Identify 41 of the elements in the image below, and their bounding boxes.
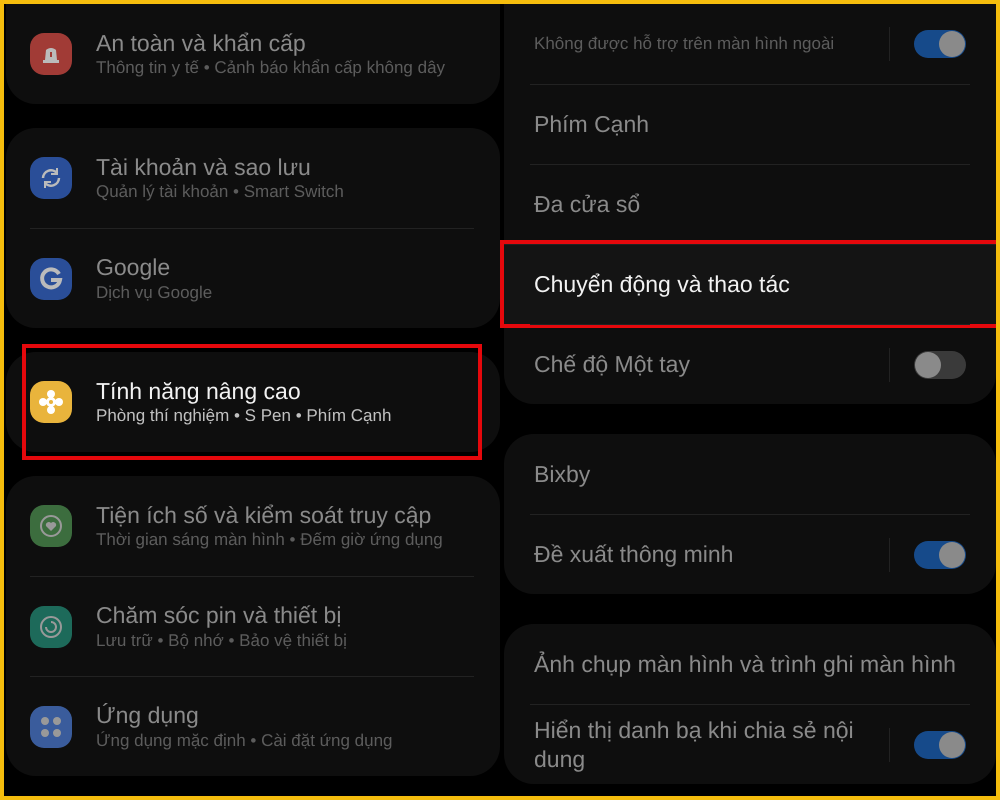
setting-subtitle: Lưu trữ • Bộ nhớ • Bảo vệ thiết bị: [96, 630, 348, 652]
setting-subtitle: Thời gian sáng màn hình • Đếm giờ ứng dụng: [96, 529, 444, 552]
setting-subtitle: Quản lý tài khoản • Smart Switch: [96, 181, 345, 204]
setting-title: Ảnh chụp màn hình và trình ghi màn hình: [534, 650, 957, 678]
settings-item[interactable]: Phím Cạnh: [530, 84, 970, 164]
settings-item[interactable]: Google Dịch vụ Google: [30, 228, 474, 328]
setting-subtitle: Không được hỗ trợ trên màn hình ngoài: [534, 32, 836, 55]
settings-item[interactable]: Tiện ích số và kiểm soát truy cập Thời gian sáng màn hình • Đếm giờ ứng dụng: [30, 476, 474, 576]
setting-title: Ứng dụng: [96, 701, 200, 730]
setting-title: Chế độ Một tay: [534, 350, 691, 379]
setting-title: Tiện ích số và kiểm soát truy cập: [96, 500, 432, 530]
settings-item[interactable]: Bixby: [530, 434, 970, 514]
setting-title: Hiển thị danh bạ khi chia sẻ nội dung: [534, 716, 855, 774]
setting-title: An toàn và khẩn cấp: [96, 28, 307, 58]
setting-subtitle: Phòng thí nghiệm • S Pen • Phím Cạnh: [96, 405, 392, 428]
settings-item[interactable]: Chăm sóc pin và thiết bị Lưu trữ • Bộ nhớ • Bảo vệ thiết bị: [30, 576, 474, 676]
setting-subtitle: Thông tin y tế • Cảnh báo khẩn cấp không dây: [96, 57, 446, 80]
settings-item[interactable]: Tính năng nâng cao Phòng thí nghiệm • S Pen • Phím Cạnh: [30, 352, 474, 452]
setting-title: Google: [96, 253, 172, 282]
setting-title: Chăm sóc pin và thiết bị: [96, 601, 342, 630]
setting-title: Tính năng nâng cao: [96, 376, 302, 406]
setting-title: Chuyển động và thao tác: [534, 270, 791, 299]
setting-title: Tài khoản và sao lưu: [96, 152, 312, 182]
settings-item[interactable]: Chế độ Một tay: [530, 324, 970, 404]
toggle-switch[interactable]: [914, 350, 966, 378]
setting-title: Phím Cạnh: [534, 110, 650, 139]
settings-item[interactable]: Tài khoản và sao lưu Quản lý tài khoản • Smart Switch: [30, 128, 474, 228]
setting-title: Bixby: [534, 460, 592, 488]
setting-subtitle: Ứng dụng mặc định • Cài đặt ứng dụng: [96, 730, 394, 752]
settings-item[interactable]: Đề xuất thông minh: [530, 514, 970, 594]
settings-item[interactable]: Không được hỗ trợ trên màn hình ngoài: [530, 4, 970, 84]
toggle-switch[interactable]: [914, 730, 966, 758]
setting-title: Đa cửa sổ: [534, 190, 642, 219]
settings-item[interactable]: Hiển thị danh bạ khi chia sẻ nội dung: [530, 704, 970, 784]
settings-item[interactable]: An toàn và khẩn cấp Thông tin y tế • Cảnh báo khẩn cấp không dây: [30, 4, 474, 104]
setting-subtitle: Dịch vụ Google: [96, 282, 214, 304]
toggle-switch[interactable]: [914, 540, 966, 568]
setting-title: Đề xuất thông minh: [534, 540, 734, 569]
settings-item[interactable]: Ứng dụng Ứng dụng mặc định • Cài đặt ứng dụng: [30, 676, 474, 776]
toggle-switch[interactable]: [914, 30, 966, 58]
settings-item[interactable]: Ảnh chụp màn hình và trình ghi màn hình: [530, 624, 970, 704]
